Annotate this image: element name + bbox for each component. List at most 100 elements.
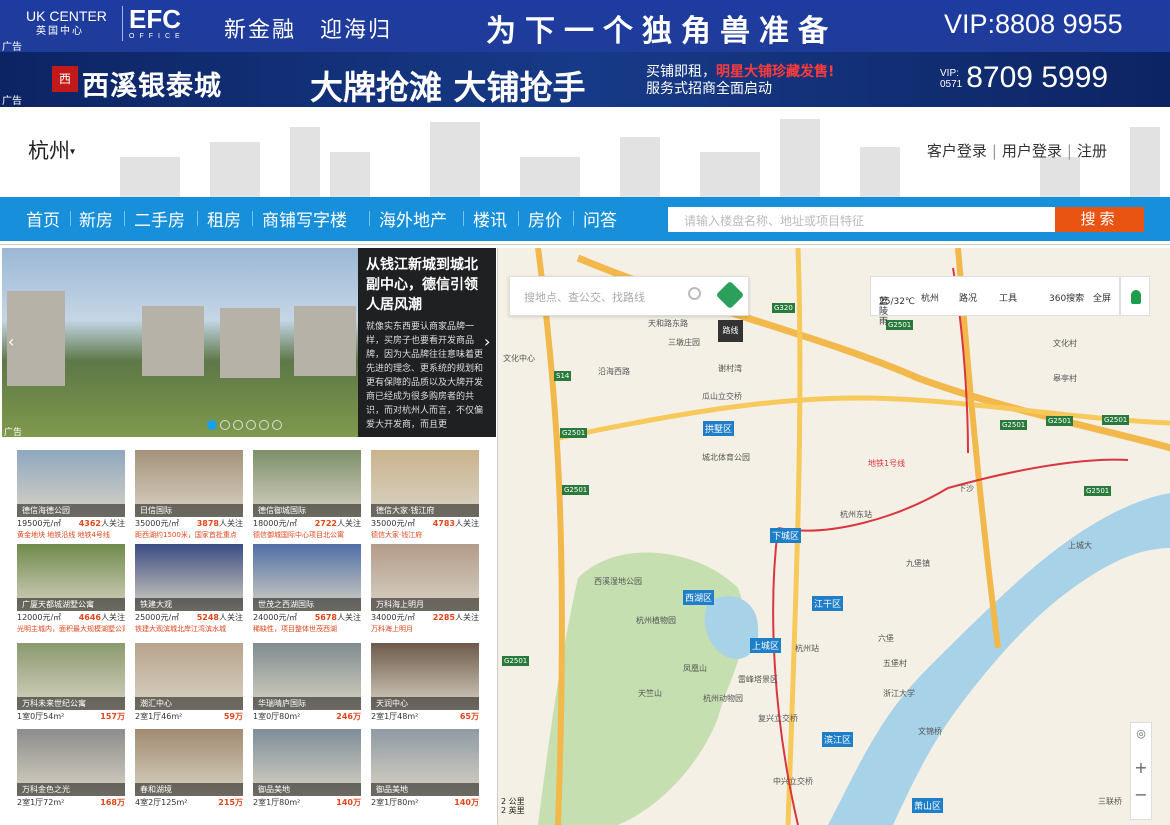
listing-photo[interactable]: 日信国际	[135, 450, 243, 517]
map-search-input[interactable]: 搜地点、查公交、找路线	[509, 276, 749, 316]
slide-title[interactable]: 从钱江新城到城北副中心，德信引领人居风潮	[366, 255, 488, 315]
featured-slider[interactable]: ‹ 从钱江新城到城北副中心，德信引领人居风潮 就像实东西要认商家品牌一样，买房子…	[2, 248, 496, 437]
listing-photo[interactable]: 德信海德公园	[17, 450, 125, 517]
listing-name[interactable]: 德信御城国际	[253, 504, 361, 517]
listing-card[interactable]: 御品美地 2室1厅80m² 140万	[253, 729, 361, 809]
listing-name[interactable]: 春和湖境	[135, 783, 243, 796]
slide-dot[interactable]	[272, 420, 282, 430]
second-ad-banner[interactable]: 西 西溪银泰城 大牌抢滩 大铺抢手 买铺即租，明星大铺珍藏发售! 服务式招商全面启…	[0, 52, 1170, 107]
listing-card[interactable]: 万科金色之光 2室1厅72m² 168万	[17, 729, 125, 809]
listing-name[interactable]: 德信海德公园	[17, 504, 125, 517]
slide-dot[interactable]	[220, 420, 230, 430]
listing-card[interactable]: 广厦天都城湖墅公寓 12000元/㎡ 4646人关注 光明主城内，面积最大规模湖墅公寓	[17, 544, 125, 634]
slide-image[interactable]: ‹	[2, 248, 358, 437]
slide-prev-arrow[interactable]: ‹	[8, 332, 14, 351]
listing-photo[interactable]: 万科海上明月	[371, 544, 479, 611]
zoom-in-button[interactable]: +	[1131, 758, 1151, 777]
listing-name[interactable]: 天润中心	[371, 697, 479, 710]
listing-tags[interactable]: 光明主城内，面积最大规模湖墅公寓	[17, 624, 125, 634]
slide-indicators[interactable]	[207, 419, 285, 433]
listing-name[interactable]: 德信大家·钱江府	[371, 504, 479, 517]
listing-tags[interactable]: 距西湖约1500米，国家首批重点	[135, 530, 243, 540]
listing-card[interactable]: 万科未来世纪公寓 1室0厅54m² 157万	[17, 643, 125, 723]
listing-photo[interactable]: 世茂之西湖国际	[253, 544, 361, 611]
listing-photo[interactable]: 潮汇中心	[135, 643, 243, 710]
listing-name[interactable]: 潮汇中心	[135, 697, 243, 710]
listing-tags[interactable]: 铁建大观滨城北岸江湾滨水城	[135, 624, 243, 634]
nav-home[interactable]: 首页	[26, 206, 60, 231]
listing-tags[interactable]: 万科海上明月	[371, 624, 479, 634]
listing-name[interactable]: 御品美地	[253, 783, 361, 796]
search-icon[interactable]	[688, 287, 701, 300]
slide-dot[interactable]	[207, 420, 217, 430]
listing-name[interactable]: 御品美地	[371, 783, 479, 796]
traffic-toggle[interactable]: 路况	[959, 291, 977, 304]
search-button[interactable]: 搜索	[1055, 207, 1144, 232]
listing-tags[interactable]: 稀缺性，项目整体世茂西湖	[253, 624, 361, 634]
top-ad-banner[interactable]: UK CENTER 英国中心 EFC OFFICE 新金融 迎海归 为下一个独角兽准…	[0, 0, 1170, 53]
slide-dot[interactable]	[259, 420, 269, 430]
nav-second-hand[interactable]: 二手房	[134, 206, 185, 231]
register-link[interactable]: 注册	[1077, 142, 1107, 160]
slide-next-arrow[interactable]: ›	[484, 332, 490, 351]
locate-icon[interactable]: ◎	[1131, 727, 1151, 740]
listing-card[interactable]: 日信国际 35000元/㎡ 3878人关注 距西湖约1500米，国家首批重点	[135, 450, 243, 540]
listing-name[interactable]: 世茂之西湖国际	[253, 598, 361, 611]
listing-tags[interactable]: 德信御城国际中心项目北公寓	[253, 530, 361, 540]
listing-name[interactable]: 广厦天都城湖墅公寓	[17, 598, 125, 611]
slide-dot[interactable]	[233, 420, 243, 430]
listing-name[interactable]: 万科海上明月	[371, 598, 479, 611]
listing-photo[interactable]: 天润中心	[371, 643, 479, 710]
listing-card[interactable]: 德信御城国际 18000元/㎡ 2722人关注 德信御城国际中心项目北公寓	[253, 450, 361, 540]
listing-photo[interactable]: 春和湖境	[135, 729, 243, 796]
nav-new-house[interactable]: 新房	[79, 206, 113, 231]
listing-tags[interactable]: 黄金地块 地铁沿线 地铁4号线	[17, 530, 125, 540]
listing-follow-count: 65万	[459, 712, 479, 721]
listing-name[interactable]: 万科未来世纪公寓	[17, 697, 125, 710]
fullscreen-button[interactable]: 全屏	[1093, 291, 1111, 304]
listing-photo[interactable]: 万科金色之光	[17, 729, 125, 796]
listing-card[interactable]: 天润中心 2室1厅48m² 65万	[371, 643, 479, 723]
listing-tags[interactable]: 德信大家·钱江府	[371, 530, 479, 540]
listing-photo[interactable]: 广厦天都城湖墅公寓	[17, 544, 125, 611]
nav-commercial[interactable]: 商铺写字楼	[262, 206, 347, 231]
slide-caption[interactable]: 从钱江新城到城北副中心，德信引领人居风潮 就像实东西要认商家品牌一样，买房子也要…	[358, 248, 496, 437]
slide-dot[interactable]	[246, 420, 256, 430]
city-selector[interactable]: 杭州▾	[28, 135, 75, 165]
listing-card[interactable]: 德信海德公园 19500元/㎡ 4362人关注 黄金地块 地铁沿线 地铁4号线	[17, 450, 125, 540]
listing-card[interactable]: 潮汇中心 2室1厅46m² 59万	[135, 643, 243, 723]
listing-photo[interactable]: 铁建大观	[135, 544, 243, 611]
listing-photo[interactable]: 德信大家·钱江府	[371, 450, 479, 517]
listing-name[interactable]: 万科金色之光	[17, 783, 125, 796]
street-view-person-icon[interactable]	[1120, 276, 1150, 316]
search-input[interactable]: 请输入楼盘名称、地址或项目特征	[668, 207, 1055, 232]
nav-news[interactable]: 楼讯	[473, 206, 507, 231]
nav-rent[interactable]: 租房	[207, 206, 241, 231]
listing-card[interactable]: 华瑞晴庐国际 1室0厅80m² 246万	[253, 643, 361, 723]
listing-photo[interactable]: 御品美地	[253, 729, 361, 796]
listing-card[interactable]: 世茂之西湖国际 24000元/㎡ 5678人关注 稀缺性，项目整体世茂西湖	[253, 544, 361, 634]
user-login-link[interactable]: 用户登录	[1002, 142, 1062, 160]
map-search-360[interactable]: 360搜索	[1049, 291, 1084, 304]
zoom-out-button[interactable]: −	[1131, 785, 1151, 804]
listing-card[interactable]: 万科海上明月 34000元/㎡ 2285人关注 万科海上明月	[371, 544, 479, 634]
listing-card[interactable]: 铁建大观 25000元/㎡ 5248人关注 铁建大观滨城北岸江湾滨水城	[135, 544, 243, 634]
route-icon[interactable]	[715, 280, 745, 310]
map-city-dropdown[interactable]: 杭州	[921, 291, 939, 304]
listing-card[interactable]: 春和湖境 4室2厅125m² 215万	[135, 729, 243, 809]
tools-dropdown[interactable]: 工具	[999, 291, 1017, 304]
nav-price[interactable]: 房价	[528, 206, 562, 231]
listing-photo[interactable]: 万科未来世纪公寓	[17, 643, 125, 710]
map-panel[interactable]: 地铁1号线 天和路东路 三墩庄园 谢村湾 瓜山立交桥 城北体育公园 杭州东站 西…	[497, 248, 1170, 825]
nav-overseas[interactable]: 海外地产	[379, 206, 447, 231]
customer-login-link[interactable]: 客户登录	[927, 142, 987, 160]
listing-photo[interactable]: 德信御城国际	[253, 450, 361, 517]
listing-card[interactable]: 德信大家·钱江府 35000元/㎡ 4783人关注 德信大家·钱江府	[371, 450, 479, 540]
listing-photo[interactable]: 御品美地	[371, 729, 479, 796]
nav-qa[interactable]: 问答	[583, 206, 617, 231]
listing-card[interactable]: 御品美地 2室1厅80m² 140万	[371, 729, 479, 809]
listing-name[interactable]: 日信国际	[135, 504, 243, 517]
listing-photo[interactable]: 华瑞晴庐国际	[253, 643, 361, 710]
listing-name[interactable]: 华瑞晴庐国际	[253, 697, 361, 710]
listing-name[interactable]: 铁建大观	[135, 598, 243, 611]
